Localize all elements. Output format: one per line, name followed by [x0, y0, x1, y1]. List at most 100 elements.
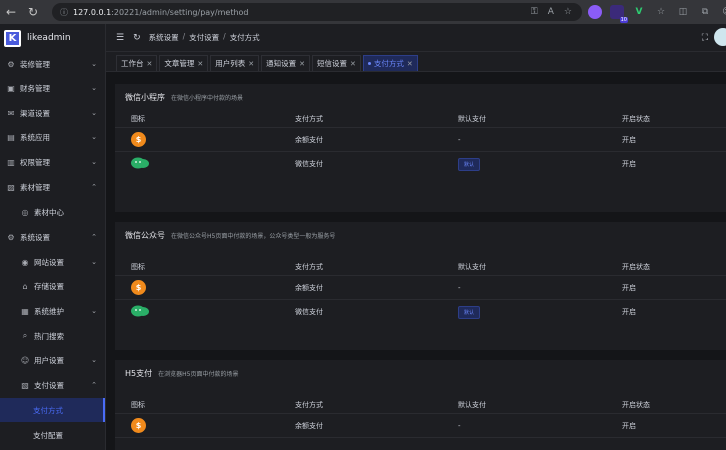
table-header: 图标 支付方式 默认支付 开启状态 — [115, 396, 726, 414]
sidebar-item-channel[interactable]: ✉ 渠道设置 ⌄ — [0, 101, 105, 125]
chevron-up-icon: ⌃ — [91, 381, 97, 389]
tab-articles[interactable]: 文章管理 ✕ — [159, 55, 209, 71]
key-icon[interactable]: ⚿ — [531, 7, 538, 17]
star-icon[interactable]: ☆ — [564, 7, 572, 17]
sidebar-item-finance[interactable]: ▣ 财务管理 ⌄ — [0, 76, 105, 100]
decoration-icon: ⚙ — [7, 59, 15, 69]
search-icon: ⌕ — [22, 331, 28, 340]
table-row: 微信支付 默认 开启 — [115, 300, 726, 324]
tab-notifications[interactable]: 通知设置 ✕ — [261, 55, 310, 71]
tab-users[interactable]: 用户列表 ✕ — [210, 55, 260, 71]
money-bag-icon: $ — [131, 280, 146, 295]
section-desc: 在微信小程序中付款的场景 — [171, 94, 244, 102]
money-bag-icon: $ — [131, 132, 146, 147]
apps-icon: ▤ — [7, 132, 15, 142]
main-content: 微信小程序 在微信小程序中付款的场景 图标 支付方式 默认支付 开启状态 $ 余额… — [106, 72, 726, 450]
reload-icon[interactable]: ↻ — [22, 0, 44, 24]
tab-sms[interactable]: 短信设置 ✕ — [312, 55, 361, 71]
profile-icon[interactable]: ☺ — [720, 5, 726, 19]
breadcrumb-item: 支付方式 — [229, 33, 260, 42]
sidebar-item-apps[interactable]: ▤ 系统应用 ⌄ — [0, 125, 105, 149]
address-bar[interactable]: ⓘ 127.0.0.1:20221/admin/setting/pay/meth… — [52, 3, 582, 21]
maintenance-icon: ▦ — [21, 306, 29, 316]
sidebar-item-user-settings[interactable]: ☺ 用户设置 ⌄ — [0, 348, 105, 372]
website-icon: ◉ — [21, 257, 29, 267]
section-desc: 在浏览器H5页面中付款的场景 — [158, 370, 239, 378]
logo-icon: K — [6, 31, 19, 45]
extension-badge-count: 10 — [619, 17, 628, 23]
active-dot-icon — [367, 62, 371, 65]
chevron-down-icon: ⌄ — [91, 258, 97, 266]
refresh-icon[interactable]: ↻ — [133, 33, 141, 43]
site-info-icon[interactable]: ⓘ — [60, 7, 68, 18]
section-h5: H5支付 在浏览器H5页面中付款的场景 图标 支付方式 默认支付 开启状态 $ 余… — [115, 360, 726, 450]
storage-icon: ⌂ — [22, 281, 28, 291]
chevron-down-icon: ⌄ — [91, 158, 97, 166]
collections-icon[interactable]: ⧉ — [698, 5, 712, 19]
read-aloud-icon[interactable]: A — [548, 7, 554, 17]
material-center-icon: ◎ — [21, 207, 29, 217]
chevron-down-icon: ⌄ — [91, 109, 97, 117]
close-icon[interactable]: ✕ — [197, 60, 203, 68]
table-row: $ 余额支付 - 开启 — [115, 414, 726, 438]
sidebar-item-decoration[interactable]: ⚙ 装修管理 ⌄ — [0, 52, 105, 76]
wechat-icon — [131, 305, 149, 317]
settings-icon: ⚙ — [7, 232, 15, 242]
chevron-up-icon: ⌃ — [91, 233, 97, 241]
tab-workbench[interactable]: 工作台 ✕ — [116, 55, 158, 71]
section-title: 微信公众号 — [125, 230, 165, 240]
browser-toolbar: ← ↻ ⓘ 127.0.0.1:20221/admin/setting/pay/… — [0, 0, 726, 24]
app-name: likeadmin — [27, 33, 71, 43]
breadcrumb-item[interactable]: 支付设置 — [189, 32, 219, 43]
extension-icon[interactable] — [588, 5, 602, 19]
close-icon[interactable]: ✕ — [407, 60, 413, 68]
close-icon[interactable]: ✕ — [350, 60, 356, 68]
sidebar: K likeadmin ⚙ 装修管理 ⌄ ▣ 财务管理 ⌄ ✉ 渠道设置 ⌄ ▤ 系统应用 ⌄ … — [0, 24, 106, 450]
table-row: $ 余额支付 - 开启 — [115, 128, 726, 152]
table-header: 图标 支付方式 默认支付 开启状态 — [115, 258, 726, 276]
favorites-icon[interactable]: ☆ — [654, 5, 668, 19]
money-bag-icon: $ — [131, 418, 146, 433]
table-row: $ 余额支付 - 开启 — [115, 276, 726, 300]
wechat-icon — [131, 157, 149, 169]
back-icon[interactable]: ← — [0, 0, 22, 24]
sidebar-item-payment-settings[interactable]: ▧ 支付设置 ⌃ — [0, 373, 105, 397]
materials-icon: ▨ — [7, 182, 15, 192]
menu-toggle-icon[interactable]: ☰ — [116, 33, 124, 43]
breadcrumb: 系统设置 / 支付设置 / 支付方式 — [148, 32, 260, 43]
breadcrumb-item[interactable]: 系统设置 — [149, 32, 179, 43]
close-icon[interactable]: ✕ — [248, 60, 254, 68]
tabs-bar: 工作台 ✕ 文章管理 ✕ 用户列表 ✕ 通知设置 ✕ 短信设置 ✕ 支付方式 ✕ — [106, 52, 726, 72]
split-screen-icon[interactable]: ◫ — [676, 5, 690, 19]
channel-icon: ✉ — [7, 108, 15, 118]
logo[interactable]: K likeadmin — [0, 24, 105, 52]
section-wechat-miniprogram: 微信小程序 在微信小程序中付款的场景 图标 支付方式 默认支付 开启状态 $ 余额… — [115, 84, 726, 212]
sidebar-item-material-center[interactable]: ◎ 素材中心 — [0, 200, 105, 224]
avatar[interactable] — [714, 28, 726, 46]
sidebar-item-materials[interactable]: ▨ 素材管理 ⌃ — [0, 175, 105, 199]
sidebar-item-permissions[interactable]: ▥ 权限管理 ⌄ — [0, 150, 105, 174]
sidebar-item-payment-config[interactable]: 支付配置 — [0, 423, 105, 447]
url-path: :20221/admin/setting/pay/method — [111, 7, 249, 17]
chevron-down-icon: ⌄ — [91, 307, 97, 315]
sidebar-item-hot-search[interactable]: ⌕ 热门搜索 — [0, 324, 105, 348]
sidebar-item-system-settings[interactable]: ⚙ 系统设置 ⌃ — [0, 225, 105, 249]
chevron-down-icon: ⌄ — [91, 133, 97, 141]
sidebar-item-payment-method[interactable]: 支付方式 — [0, 398, 105, 422]
section-title: H5支付 — [125, 368, 153, 378]
chevron-down-icon: ⌄ — [91, 60, 97, 68]
tab-payment-method[interactable]: 支付方式 ✕ — [362, 55, 418, 71]
sidebar-item-system-maintenance[interactable]: ▦ 系统维护 ⌄ — [0, 299, 105, 323]
chevron-down-icon: ⌄ — [91, 356, 97, 364]
sidebar-item-storage-settings[interactable]: ⌂ 存储设置 — [0, 274, 105, 298]
default-badge: 默认 — [458, 157, 481, 171]
fullscreen-icon[interactable]: ⛶ — [702, 33, 708, 43]
extension-badge-icon[interactable]: 10 — [610, 5, 628, 23]
user-icon: ☺ — [20, 355, 30, 365]
close-icon[interactable]: ✕ — [147, 60, 153, 68]
sidebar-item-website-settings[interactable]: ◉ 网站设置 ⌄ — [0, 250, 105, 274]
url-host: 127.0.0.1 — [73, 7, 112, 17]
section-title: 微信小程序 — [125, 92, 165, 102]
vue-devtools-icon[interactable]: V — [632, 5, 646, 19]
close-icon[interactable]: ✕ — [299, 60, 305, 68]
